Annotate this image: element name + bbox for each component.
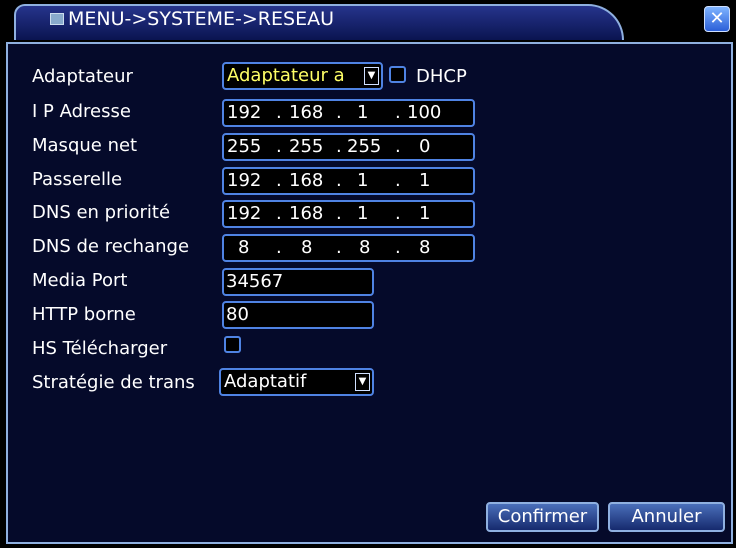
ip-octet: 255 [227,136,262,157]
ip-octet: 192 [227,203,262,224]
media-port-input[interactable]: 34567 [222,268,374,296]
dhcp-checkbox[interactable] [389,66,406,83]
ip-octet: 192 [227,170,262,191]
ip-dot: . [276,170,282,191]
dhcp-label: DHCP [416,66,467,87]
ip-dot: . [395,102,401,123]
primary-dns-label: DNS en priorité [32,202,171,223]
ip-octet: 255 [289,136,324,157]
window-title: MENU->SYSTEME->RESEAU [68,8,334,30]
close-button[interactable]: ✕ [704,6,730,32]
adaptateur-value: Adaptateur a [227,65,345,86]
ip-octet: 168 [289,102,324,123]
ip-dot: . [336,136,342,157]
subnet-mask-label: Masque net [32,135,138,156]
ip-dot: . [336,237,342,258]
title-bar: MENU->SYSTEME->RESEAU ✕ [0,0,736,42]
ip-dot: . [395,136,401,157]
hs-download-label: HS Télécharger [32,338,168,359]
ip-dot: . [276,102,282,123]
hs-download-checkbox[interactable] [224,336,241,353]
ip-octet: 8 [238,237,250,258]
ip-dot: . [276,203,282,224]
ip-dot: . [276,136,282,157]
ip-dot: . [395,237,401,258]
adaptateur-select[interactable]: Adaptateur a ▼ [222,62,383,90]
gateway-field[interactable]: 192 . 168 . 1 . 1 [222,167,475,195]
ip-dot: . [276,237,282,258]
ip-octet: 1 [357,102,369,123]
menu-icon [50,13,64,25]
subnet-mask-field[interactable]: 255 . 255 . 255 . 0 [222,133,475,161]
ip-dot: . [395,203,401,224]
http-port-input[interactable]: 80 [222,301,374,329]
ip-octet: 8 [301,237,313,258]
transfer-strategy-label: Stratégie de trans [32,372,195,393]
http-port-label: HTTP borne [32,304,136,325]
chevron-down-icon: ▼ [355,373,370,391]
transfer-strategy-value: Adaptatif [224,371,307,392]
ip-dot: . [336,102,342,123]
ip-octet: 100 [407,102,442,123]
cancel-button[interactable]: Annuler [608,502,725,532]
ip-octet: 255 [347,136,382,157]
ip-dot: . [395,170,401,191]
settings-panel: Adaptateur Adaptateur a ▼ DHCP I P Adres… [6,42,733,544]
ip-dot: . [336,170,342,191]
ip-octet: 168 [289,203,324,224]
adaptateur-label: Adaptateur [32,66,133,87]
ip-octet: 0 [419,136,431,157]
ip-octet: 8 [359,237,371,258]
ip-octet: 168 [289,170,324,191]
ip-octet: 1 [419,203,431,224]
primary-dns-field[interactable]: 192 . 168 . 1 . 1 [222,200,475,228]
confirm-button[interactable]: Confirmer [486,502,599,532]
ip-octet: 1 [357,203,369,224]
ip-address-field[interactable]: 192 . 168 . 1 . 100 [222,99,475,127]
transfer-strategy-select[interactable]: Adaptatif ▼ [219,368,374,396]
network-settings-window: MENU->SYSTEME->RESEAU ✕ Adaptateur Adapt… [0,0,736,548]
ip-dot: . [336,203,342,224]
gateway-label: Passerelle [32,169,123,190]
media-port-label: Media Port [32,270,128,291]
close-icon: ✕ [709,8,725,29]
chevron-down-icon: ▼ [364,67,379,85]
secondary-dns-label: DNS de rechange [32,236,190,257]
ip-address-label: I P Adresse [32,101,131,122]
ip-octet: 192 [227,102,262,123]
ip-octet: 1 [357,170,369,191]
ip-octet: 8 [419,237,431,258]
secondary-dns-field[interactable]: 8 . 8 . 8 . 8 [222,234,475,262]
ip-octet: 1 [419,170,431,191]
